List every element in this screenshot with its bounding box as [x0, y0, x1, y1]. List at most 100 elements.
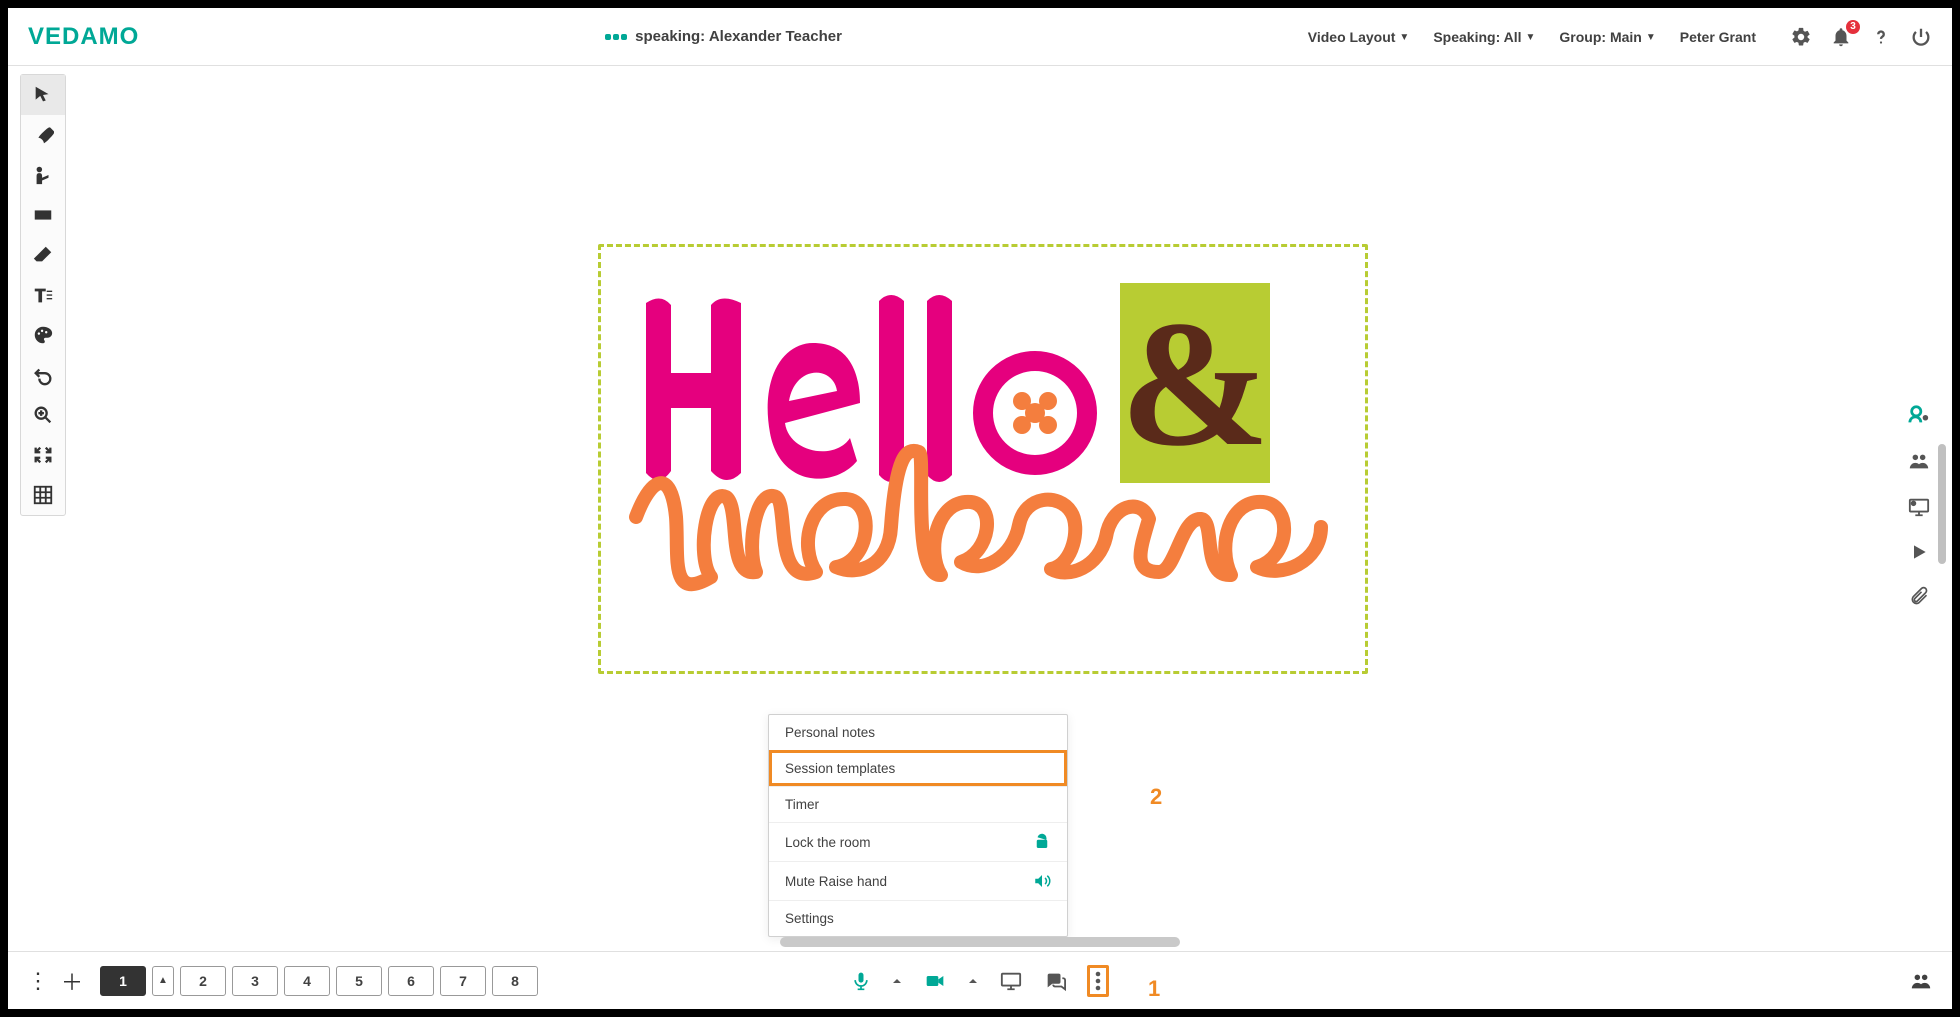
rectangle-icon	[32, 204, 54, 226]
callout-two: 2	[1150, 784, 1162, 810]
menu-item-lock-room[interactable]: Lock the room	[769, 822, 1067, 861]
monitor-icon	[999, 970, 1023, 992]
grid-icon	[32, 484, 54, 506]
attach-button[interactable]	[1909, 586, 1929, 606]
microphone-icon	[851, 970, 871, 992]
page-up-button[interactable]: ▲	[152, 966, 174, 996]
participant-self-icon	[1907, 404, 1931, 426]
menu-item-label: Settings	[785, 911, 834, 926]
microphone-button[interactable]	[851, 970, 871, 992]
video-layout-label: Video Layout	[1308, 29, 1396, 45]
speaking-filter-menu[interactable]: Speaking: All ▼	[1433, 29, 1535, 45]
page-button[interactable]: 8	[492, 966, 538, 996]
scrollbar-thumb[interactable]	[1938, 444, 1946, 564]
color-tool[interactable]	[21, 315, 65, 355]
camera-button[interactable]	[923, 971, 947, 991]
grid-tool[interactable]	[21, 475, 65, 515]
page-button[interactable]: 5	[336, 966, 382, 996]
undo-tool[interactable]	[21, 355, 65, 395]
zoom-tool[interactable]	[21, 395, 65, 435]
participants-panel-button[interactable]	[1908, 970, 1934, 992]
menu-item-personal-notes[interactable]: Personal notes	[769, 715, 1067, 750]
speaking-indicator: speaking: Alexander Teacher	[153, 28, 1293, 45]
page-button[interactable]: 3	[232, 966, 278, 996]
participant-self-button[interactable]	[1907, 404, 1931, 426]
shape-tool[interactable]	[21, 195, 65, 235]
page-button[interactable]: 6	[388, 966, 434, 996]
menu-item-mute-raise-hand[interactable]: Mute Raise hand	[769, 861, 1067, 900]
brush-tool[interactable]	[21, 115, 65, 155]
text-tool[interactable]	[21, 275, 65, 315]
speaking-label: speaking:	[635, 28, 705, 45]
camera-menu-button[interactable]	[967, 975, 979, 987]
more-vertical-icon	[1094, 970, 1102, 992]
right-sidebar	[1896, 74, 1942, 951]
page-button[interactable]: 7	[440, 966, 486, 996]
settings-button[interactable]	[1790, 26, 1812, 48]
undo-icon	[32, 364, 54, 386]
participants-icon	[1908, 970, 1934, 992]
menu-item-settings[interactable]: Settings	[769, 900, 1067, 936]
fit-tool[interactable]	[21, 435, 65, 475]
collapse-icon	[32, 444, 54, 466]
zoom-icon	[32, 404, 54, 426]
monitor-icon	[1907, 496, 1931, 518]
pointer-icon	[32, 84, 54, 106]
eraser-icon	[32, 244, 54, 266]
volume-icon	[1033, 872, 1051, 890]
participants-icon	[1907, 450, 1931, 472]
notifications-count-badge: 3	[1846, 20, 1860, 34]
speaking-dots-icon	[605, 34, 627, 40]
chevron-up-icon	[967, 975, 979, 987]
speaking-filter-label: Speaking: All	[1433, 29, 1521, 45]
header-bar: VEDAMO speaking: Alexander Teacher Video…	[8, 8, 1952, 66]
presenter-icon	[32, 164, 54, 186]
drag-handle-icon[interactable]: ⋮	[26, 968, 50, 994]
menu-item-session-templates[interactable]: Session templates	[769, 750, 1067, 786]
share-screen-button[interactable]	[999, 970, 1023, 992]
page-button[interactable]: 1	[100, 966, 146, 996]
eraser-tool[interactable]	[21, 235, 65, 275]
participants-button[interactable]	[1907, 450, 1931, 472]
power-button[interactable]	[1910, 26, 1932, 48]
canvas-scrollbar[interactable]	[780, 937, 1180, 947]
pointer-tool[interactable]	[21, 75, 65, 115]
add-page-button[interactable]: ＋	[60, 965, 84, 997]
gear-icon	[1790, 26, 1812, 48]
unlock-icon	[1033, 833, 1051, 851]
text-icon	[31, 284, 55, 306]
page-button[interactable]: 2	[180, 966, 226, 996]
group-label: Group: Main	[1559, 29, 1641, 45]
more-button[interactable]	[1087, 965, 1109, 997]
page-button[interactable]: 4	[284, 966, 330, 996]
bottom-center-controls	[851, 965, 1109, 997]
page-list: 1 ▲ 2 3 4 5 6 7 8	[100, 966, 538, 996]
user-name[interactable]: Peter Grant	[1680, 29, 1756, 45]
chat-button[interactable]	[1043, 970, 1067, 992]
menu-item-label: Personal notes	[785, 725, 875, 740]
mic-menu-button[interactable]	[891, 975, 903, 987]
menu-item-label: Timer	[785, 797, 819, 812]
callout-one: 1	[1148, 976, 1160, 1002]
play-button[interactable]	[1909, 542, 1929, 562]
presenter-tool[interactable]	[21, 155, 65, 195]
brush-icon	[32, 124, 54, 146]
chevron-up-icon	[891, 975, 903, 987]
camera-icon	[923, 971, 947, 991]
paperclip-icon	[1909, 586, 1929, 606]
chat-icon	[1043, 970, 1067, 992]
menu-item-label: Lock the room	[785, 835, 871, 850]
more-menu-popup: Personal notes Session templates Timer L…	[768, 714, 1068, 937]
video-layout-menu[interactable]: Video Layout ▼	[1308, 29, 1410, 45]
menu-item-timer[interactable]: Timer	[769, 786, 1067, 822]
selection-box[interactable]: &	[598, 244, 1368, 674]
notifications-button[interactable]: 3	[1830, 26, 1852, 48]
menu-item-label: Mute Raise hand	[785, 874, 887, 889]
palette-icon	[32, 324, 54, 346]
header-right: Video Layout ▼ Speaking: All ▼ Group: Ma…	[1308, 26, 1932, 48]
help-button[interactable]	[1870, 26, 1892, 48]
group-menu[interactable]: Group: Main ▼	[1559, 29, 1655, 45]
play-icon	[1909, 542, 1929, 562]
screen-share-button[interactable]	[1907, 496, 1931, 518]
user-name-label: Peter Grant	[1680, 29, 1756, 45]
